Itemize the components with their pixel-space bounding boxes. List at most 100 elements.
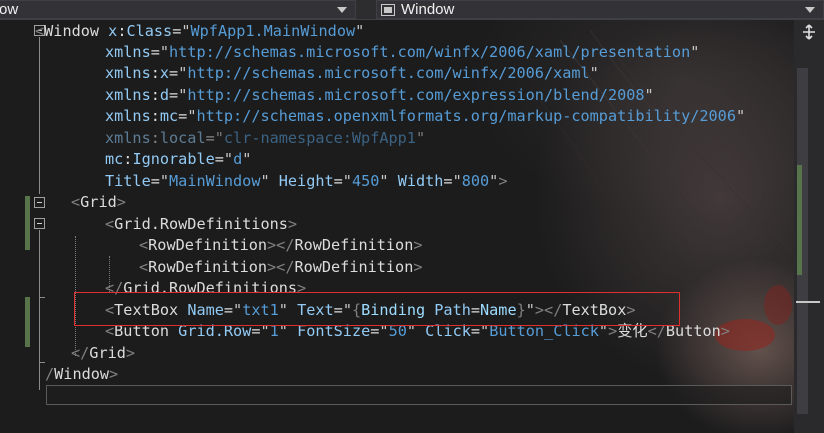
code-token: " xyxy=(178,86,188,104)
code-token: / xyxy=(45,365,55,383)
code-line: xmlns:d="http://schemas.microsoft.com/ex… xyxy=(105,85,654,107)
code-token: " xyxy=(589,64,599,82)
code-token: " xyxy=(489,172,499,190)
code-token: clr-namespace:WpfApp1 xyxy=(223,129,416,147)
code-token: " xyxy=(452,172,462,190)
xml-element-icon xyxy=(381,4,395,16)
code-token: > xyxy=(413,236,423,254)
code-token: = xyxy=(169,64,179,82)
code-token: < xyxy=(71,193,81,211)
code-token: " xyxy=(342,172,352,190)
code-input-area[interactable] xyxy=(46,385,792,405)
code-line: </Grid> xyxy=(71,343,135,365)
code-token: http://schemas.openxmlformats.org/markup… xyxy=(196,107,736,125)
code-line: xmlns:local="clr-namespace:WpfApp1" xyxy=(105,128,425,150)
change-overview-mark xyxy=(797,165,802,275)
type-dropdown[interactable]: ow xyxy=(0,0,356,19)
code-token: : xyxy=(150,64,160,82)
change-tracking-bar xyxy=(25,297,30,347)
code-token: = xyxy=(443,172,453,190)
code-token: x xyxy=(108,22,118,40)
chevron-down-icon xyxy=(337,7,347,13)
code-token: ></ xyxy=(267,236,295,254)
code-token: WpfApp1.MainWindow xyxy=(190,22,356,40)
code-token: xmlns xyxy=(105,43,151,61)
member-dropdown-value: Window xyxy=(401,1,455,18)
code-token: 800 xyxy=(461,172,490,190)
code-token: = xyxy=(169,86,179,104)
code-token: = xyxy=(172,22,182,40)
code-line: <Window x:Class="WpfApp1.MainWindow" xyxy=(35,21,364,43)
code-line: Title="MainWindow" Height="450" Width="8… xyxy=(105,171,507,193)
code-line: xmlns:mc= "http://schemas.openxmlformats.… xyxy=(105,106,745,128)
caret-position-mark xyxy=(796,301,820,303)
code-token: xmlns xyxy=(105,86,151,104)
code-token: > xyxy=(498,172,508,190)
code-token: Grid xyxy=(89,344,126,362)
code-token: > xyxy=(287,215,298,233)
code-line: <RowDefinition></RowDefinition> xyxy=(139,235,423,257)
code-token: > xyxy=(720,322,730,340)
navigation-bar: ow Window xyxy=(0,0,824,20)
code-token: " xyxy=(644,86,654,104)
fold-end-marker xyxy=(39,297,45,298)
code-token: http://schemas.microsoft.com/expression/… xyxy=(187,86,645,104)
code-token: > xyxy=(109,365,119,383)
code-token: local xyxy=(159,129,206,147)
code-token: 450 xyxy=(351,172,380,190)
code-token: mc xyxy=(159,107,179,125)
fold-guide xyxy=(39,230,40,370)
collapse-toggle-icon[interactable] xyxy=(34,218,45,229)
code-token: http://schemas.microsoft.com/winfx/2006/… xyxy=(169,43,691,61)
code-token: d xyxy=(159,86,170,104)
code-token: Grid.RowDefinitions xyxy=(114,215,288,233)
code-token: Title xyxy=(105,172,151,190)
vertical-scrollbar[interactable] xyxy=(794,20,824,433)
code-token: = xyxy=(214,150,224,168)
code-token: http://schemas.microsoft.com/winfx/2006/… xyxy=(187,64,590,82)
code-token: " xyxy=(415,129,426,147)
code-token: " xyxy=(159,43,170,61)
collapse-toggle-icon[interactable] xyxy=(34,197,45,208)
code-token: Window xyxy=(44,22,109,40)
code-token: < xyxy=(35,22,45,40)
member-dropdown[interactable]: Window xyxy=(376,0,824,19)
code-token: = xyxy=(333,172,343,190)
code-token: xmlns xyxy=(105,107,151,125)
code-token: x xyxy=(159,64,170,82)
code-line: mc:Ignorable="d" xyxy=(105,149,251,171)
code-token: > xyxy=(125,344,136,362)
code-token: " xyxy=(735,107,746,125)
code-token: xmlns xyxy=(105,129,151,147)
code-token: RowDefinition xyxy=(294,236,414,254)
code-token: " xyxy=(242,150,252,168)
fold-guide xyxy=(39,37,40,194)
code-token: < xyxy=(139,258,149,276)
code-token: " xyxy=(178,64,188,82)
code-token: " xyxy=(181,22,191,40)
code-token: Grid xyxy=(80,193,117,211)
code-token: Ignorable xyxy=(132,150,215,168)
code-token: RowDefinition xyxy=(148,258,268,276)
code-token: " xyxy=(223,150,234,168)
code-token: Window xyxy=(54,365,110,383)
code-token: : xyxy=(150,129,160,147)
code-token: > xyxy=(116,193,126,211)
code-line: <Grid.RowDefinitions> xyxy=(105,214,297,236)
code-token: d xyxy=(233,150,243,168)
code-token: : xyxy=(150,107,160,125)
code-line: <Grid> xyxy=(71,192,126,214)
code-token: = xyxy=(150,43,160,61)
change-tracking-bar xyxy=(25,196,30,250)
code-token: = xyxy=(205,129,215,147)
code-token: mc xyxy=(105,150,124,168)
code-token: RowDefinition xyxy=(148,236,268,254)
code-line: <RowDefinition></RowDefinition> xyxy=(139,257,423,279)
split-window-icon[interactable] xyxy=(801,24,817,40)
code-token: RowDefinition xyxy=(294,258,414,276)
chevron-down-icon xyxy=(805,7,815,13)
code-token: < xyxy=(105,215,115,233)
highlight-box xyxy=(74,292,680,326)
code-token: </ xyxy=(71,344,90,362)
code-editor[interactable]: <Window x:Class="WpfApp1.MainWindow" xml… xyxy=(0,20,794,433)
